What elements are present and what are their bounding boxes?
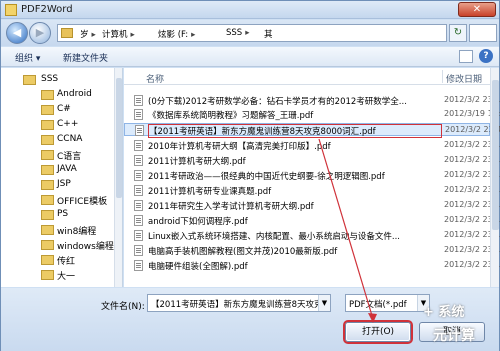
file-row[interactable]: 电脑硬件组装(全图解).pdf 2012/3/2 23:19 bbox=[124, 259, 500, 272]
file-row[interactable]: 2011计算机考研大纲.pdf 2012/3/2 23:19 bbox=[124, 154, 500, 167]
breadcrumb-item[interactable]: 炫影 (F: ▸ bbox=[158, 28, 195, 40]
folder-icon bbox=[61, 28, 73, 38]
breadcrumb-item[interactable]: 计算机 ▸ bbox=[102, 28, 135, 40]
file-row-selected[interactable]: 【2011考研英语】新东方魔鬼训练营8天攻克8000词汇.pdf 2012/3/2… bbox=[124, 123, 500, 138]
pdf-file-icon bbox=[134, 215, 143, 226]
nav-item[interactable]: PS bbox=[1, 207, 121, 223]
pdf-file-icon bbox=[135, 125, 144, 136]
nav-item[interactable]: win8编程 bbox=[1, 222, 121, 238]
pdf-file-icon bbox=[134, 170, 143, 181]
folder-icon bbox=[41, 210, 54, 220]
column-header-name[interactable]: 名称 bbox=[146, 72, 164, 85]
folder-icon bbox=[41, 195, 54, 205]
nav-item[interactable]: OFFICE模板 bbox=[1, 192, 121, 208]
forward-arrow-icon: ▶ bbox=[35, 26, 45, 39]
file-row[interactable]: 2011年研究生入学考试计算机考研大纲.pdf 2012/3/2 23:19 bbox=[124, 199, 500, 212]
column-divider[interactable] bbox=[442, 70, 443, 83]
folder-icon bbox=[23, 75, 36, 85]
breadcrumb-item[interactable]: 其 bbox=[264, 28, 273, 40]
file-row[interactable]: (0分下载)2012考研数学必备：钻石卡学员才有的2012考研数学全... 201… bbox=[124, 94, 500, 107]
file-list: 名称 修改日期 (0分下载)2012考研数学必备：钻石卡学员才有的2012考研数… bbox=[124, 68, 500, 287]
nav-item[interactable]: C# bbox=[1, 102, 121, 118]
pdf-file-icon bbox=[134, 140, 143, 151]
folder-icon bbox=[41, 120, 54, 130]
address-bar[interactable]: 岁 ▸ 计算机 ▸ 炫影 (F: ▸ SSS ▸ 其 bbox=[57, 24, 447, 42]
app-icon bbox=[5, 4, 17, 16]
pdf-file-icon bbox=[134, 260, 143, 271]
folder-icon bbox=[41, 150, 54, 160]
watermark-line: + 系统 bbox=[423, 305, 465, 320]
folder-icon bbox=[41, 165, 54, 175]
nav-item[interactable]: 传红 bbox=[1, 252, 121, 268]
forward-button[interactable]: ▶ bbox=[29, 22, 51, 44]
navigation-pane: SSS Android C# C++ CCNA C语言 JAVA JSP OFF… bbox=[1, 68, 123, 287]
title-bar[interactable]: PDF2Word ✕ bbox=[1, 1, 499, 19]
filename-label: 文件名(N): bbox=[101, 302, 145, 312]
breadcrumb-item[interactable]: 岁 ▸ bbox=[80, 28, 96, 40]
file-row[interactable]: android下如何调程序.pdf 2012/3/2 23:19 bbox=[124, 214, 500, 227]
back-button[interactable]: ◀ bbox=[6, 22, 28, 44]
folder-icon bbox=[41, 270, 54, 280]
nav-item[interactable]: JAVA bbox=[1, 162, 121, 178]
dropdown-arrow-icon[interactable]: ▼ bbox=[318, 295, 330, 311]
scrollbar-thumb[interactable] bbox=[492, 80, 499, 230]
back-arrow-icon: ◀ bbox=[12, 26, 22, 39]
pdf-file-icon bbox=[134, 185, 143, 196]
pdf-file-icon bbox=[134, 230, 143, 241]
folder-icon bbox=[41, 135, 54, 145]
file-row[interactable]: 2011计算机考研专业课真题.pdf 2012/3/2 23:19 bbox=[124, 184, 500, 197]
column-header-row: 名称 修改日期 bbox=[124, 68, 499, 85]
folder-icon bbox=[41, 225, 54, 235]
file-list-scrollbar[interactable] bbox=[490, 68, 499, 287]
nav-scrollbar[interactable] bbox=[114, 68, 122, 287]
filetype-select[interactable]: PDF文档(*.pdf ▼ bbox=[345, 294, 430, 312]
address-row: ◀ ▶ 岁 ▸ 计算机 ▸ 炫影 (F: ▸ SSS ▸ 其 ↻ bbox=[1, 20, 499, 46]
new-folder-button[interactable]: 新建文件夹 bbox=[63, 51, 108, 64]
file-row[interactable]: Linux嵌入式系统环境搭建、内核配置、最小系统启动与设备文件... 2012/3… bbox=[124, 229, 500, 242]
scrollbar-thumb[interactable] bbox=[116, 78, 122, 198]
refresh-button[interactable]: ↻ bbox=[449, 24, 467, 42]
nav-item[interactable]: windows编程 bbox=[1, 237, 121, 253]
nav-item[interactable]: 大一 bbox=[1, 267, 121, 283]
folder-icon bbox=[41, 240, 54, 250]
watermark: + 系统 元计算 bbox=[419, 301, 499, 349]
window-title: PDF2Word bbox=[21, 4, 73, 15]
nav-item[interactable]: C语言 bbox=[1, 147, 121, 163]
file-row[interactable]: 2010年计算机考研大纲【高清完美打印版】.pdf 2012/3/2 23:19 bbox=[124, 139, 500, 152]
search-input[interactable] bbox=[469, 24, 497, 42]
nav-item[interactable]: CCNA bbox=[1, 132, 121, 148]
nav-item[interactable]: JSP bbox=[1, 177, 121, 193]
watermark-line: 元计算 bbox=[433, 328, 475, 344]
command-toolbar: 组织 ▾ 新建文件夹 ? bbox=[1, 47, 499, 67]
folder-icon bbox=[41, 90, 54, 100]
nav-item[interactable]: C++ bbox=[1, 117, 121, 133]
file-row[interactable]: 《数据库系统简明教程》习题解答_王珊.pdf2012/3/19 18:19 bbox=[124, 108, 500, 121]
open-file-dialog: PDF2Word ✕ ◀ ▶ 岁 ▸ 计算机 ▸ 炫影 (F: ▸ SSS ▸ 其 ↻ … bbox=[0, 0, 500, 351]
breadcrumb-item[interactable]: SSS ▸ bbox=[226, 28, 249, 38]
pdf-file-icon bbox=[134, 245, 143, 256]
nav-item[interactable]: SSS bbox=[1, 72, 121, 88]
file-row[interactable]: 2011考研政治——很经典的中国近代史纲要-徐之明逻辑图.pdf 2012/3/2… bbox=[124, 169, 500, 182]
nav-item[interactable]: Android bbox=[1, 87, 121, 103]
file-row[interactable]: 电脑高手装机图解教程(图文并茂)2010最新版.pdf 2012/3/2 23:1… bbox=[124, 244, 500, 257]
folder-icon bbox=[41, 255, 54, 265]
pdf-file-icon bbox=[134, 200, 143, 211]
refresh-icon: ↻ bbox=[453, 27, 463, 38]
pdf-file-icon bbox=[134, 109, 143, 120]
view-options-icon[interactable] bbox=[459, 50, 473, 63]
help-icon[interactable]: ? bbox=[479, 49, 493, 63]
organize-menu[interactable]: 组织 ▾ bbox=[15, 51, 40, 64]
column-header-date[interactable]: 修改日期 bbox=[446, 72, 482, 85]
open-button[interactable]: 打开(O) bbox=[343, 320, 413, 344]
close-button[interactable]: ✕ bbox=[458, 2, 496, 17]
folder-icon bbox=[41, 180, 54, 190]
filename-field[interactable]: 【2011考研英语】新东方魔鬼训练营8天攻克 ▼ bbox=[147, 294, 331, 312]
folder-icon bbox=[41, 105, 54, 115]
pdf-file-icon bbox=[134, 95, 143, 106]
pdf-file-icon bbox=[134, 155, 143, 166]
